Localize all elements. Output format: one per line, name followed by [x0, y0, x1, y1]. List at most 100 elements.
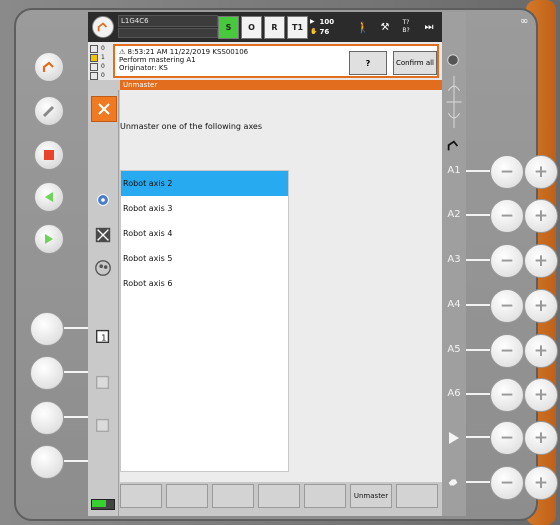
jog-label-bar: A1 A2 A3 A4 A5 A6 [442, 12, 466, 516]
counter-dialog[interactable]: 0 [90, 71, 112, 80]
status-bar: L1G4C6 S O R T1 ▶ ✋ 100 76 🚶 ⚒ T? B? ⏭ [88, 12, 442, 42]
hw-softkey-4[interactable] [30, 445, 64, 479]
jog-a5-plus-button[interactable]: + [524, 334, 558, 368]
hw-key-start-backward[interactable] [34, 182, 64, 212]
sidebar-users[interactable] [93, 258, 113, 278]
globe-icon[interactable] [446, 52, 460, 71]
users-icon [95, 260, 111, 276]
jog-line [466, 259, 490, 261]
program-override-value: 100 [319, 18, 335, 26]
hw-softkey-2[interactable] [30, 356, 64, 390]
sidebar-page-1[interactable]: 1 [93, 326, 113, 346]
jog-line [466, 481, 490, 483]
play-icon[interactable] [447, 430, 461, 449]
jog-a2-minus-button[interactable]: − [490, 199, 524, 233]
hw-key-stop[interactable] [34, 140, 64, 170]
jog-a6-minus-button[interactable]: − [490, 378, 524, 412]
jog-a3-minus-button[interactable]: − [490, 244, 524, 278]
program-override-plus-button[interactable]: + [524, 421, 558, 455]
help-button[interactable]: ? [349, 51, 387, 75]
coordinate-system-icon[interactable] [446, 138, 460, 157]
jog-pair-a3: − + [490, 244, 558, 278]
sidebar-page-2[interactable] [93, 372, 113, 392]
list-item[interactable]: Robot axis 2 [121, 171, 288, 196]
robot-button[interactable] [92, 16, 114, 38]
run-mode-status[interactable]: 🚶 [354, 15, 372, 39]
softkey-empty-5[interactable] [304, 484, 346, 508]
list-item[interactable]: Robot axis 4 [121, 221, 288, 246]
incremental-mode-status[interactable]: ⏭ [418, 15, 440, 39]
jog-override-minus-button[interactable]: − [490, 466, 524, 500]
hw-softkey-3[interactable] [30, 401, 64, 435]
base-label: B? [402, 27, 410, 34]
tool-status-button[interactable]: ⚒ [376, 15, 394, 39]
axis-label-a6: A6 [447, 388, 461, 399]
softkey-bar: Unmaster [120, 484, 442, 510]
jog-a6-plus-button[interactable]: + [524, 378, 558, 412]
hw-key-start[interactable] [34, 224, 64, 254]
message-box: ⚠ 8:53:21 AM 11/22/2019 KSS00106 Perform… [113, 44, 439, 78]
sidebar-settings[interactable] [93, 190, 113, 210]
jog-a1-plus-button[interactable]: + [524, 155, 558, 189]
jog-override-value: 76 [319, 28, 330, 36]
window-title: Unmaster [120, 80, 442, 90]
jog-a2-plus-button[interactable]: + [524, 199, 558, 233]
pencil-icon [42, 105, 55, 118]
close-icon [98, 103, 110, 115]
softkey-empty-6[interactable] [396, 484, 438, 508]
list-item[interactable]: Robot axis 3 [121, 196, 288, 221]
list-item[interactable]: Robot axis 6 [121, 271, 288, 296]
counter-ack[interactable]: 0 [90, 44, 112, 53]
softkey-empty-3[interactable] [212, 484, 254, 508]
tool-base-status[interactable]: T? B? [396, 15, 416, 39]
sidebar-page-3[interactable] [93, 415, 113, 435]
softkey-empty-1[interactable] [120, 484, 162, 508]
program-override-minus-button[interactable]: − [490, 421, 524, 455]
jog-pair-a5: − + [490, 334, 558, 368]
space-mouse-icon[interactable] [444, 74, 464, 134]
operating-mode-status[interactable]: T1 [287, 16, 308, 39]
robot-interpreter-status[interactable]: R [264, 16, 285, 39]
jog-a5-minus-button[interactable]: − [490, 334, 524, 368]
counter-status[interactable]: 1 [90, 53, 112, 62]
softkey-empty-2[interactable] [166, 484, 208, 508]
robot-name-label: L1G4C6 [118, 15, 218, 27]
submit-interpreter-status[interactable]: S [218, 16, 239, 39]
hw-softkey-1[interactable] [30, 312, 64, 346]
unmaster-panel: Unmaster one of the following axes Robot… [120, 90, 442, 482]
sidebar-selection[interactable] [93, 225, 113, 245]
message-window: 0 1 0 0 ⚠ 8:53:21 AM 11/22/2019 KSS00106… [88, 42, 442, 80]
hw-key-robot-icon[interactable] [34, 52, 64, 82]
close-button[interactable] [91, 96, 117, 122]
override-status[interactable]: ▶ ✋ 100 76 [310, 15, 350, 39]
jog-line [466, 393, 490, 395]
jog-override-plus-button[interactable]: + [524, 466, 558, 500]
smartpad-screen: L1G4C6 S O R T1 ▶ ✋ 100 76 🚶 ⚒ T? B? ⏭ 0… [88, 12, 442, 516]
tool-label: T? [402, 19, 410, 26]
page-1-icon: 1 [96, 329, 110, 343]
robot-name-bar [118, 28, 218, 38]
jog-a4-minus-button[interactable]: − [490, 289, 524, 323]
jog-line [466, 436, 490, 438]
jog-a4-plus-button[interactable]: + [524, 289, 558, 323]
battery-indicator [91, 499, 115, 510]
axis-label-a2: A2 [447, 209, 461, 220]
drives-status[interactable]: O [241, 16, 262, 39]
unmaster-button[interactable]: Unmaster [350, 484, 392, 508]
counter-notify[interactable]: 0 [90, 62, 112, 71]
battery-level [92, 500, 106, 507]
message-title: Perform mastering A1 [119, 56, 196, 64]
hw-key-edit[interactable] [34, 96, 64, 126]
list-item[interactable]: Robot axis 5 [121, 246, 288, 271]
jog-a3-plus-button[interactable]: + [524, 244, 558, 278]
jog-pair-override: − + [490, 421, 558, 455]
stop-icon [44, 150, 54, 160]
hand-icon[interactable] [446, 474, 460, 493]
message-counters: 0 1 0 0 [90, 44, 112, 80]
softkey-empty-4[interactable] [258, 484, 300, 508]
play-backward-icon [45, 192, 53, 202]
confirm-all-button[interactable]: Confirm all [393, 51, 437, 75]
jog-a1-minus-button[interactable]: − [490, 155, 524, 189]
axis-label-a4: A4 [447, 299, 461, 310]
page-icon [96, 418, 110, 432]
